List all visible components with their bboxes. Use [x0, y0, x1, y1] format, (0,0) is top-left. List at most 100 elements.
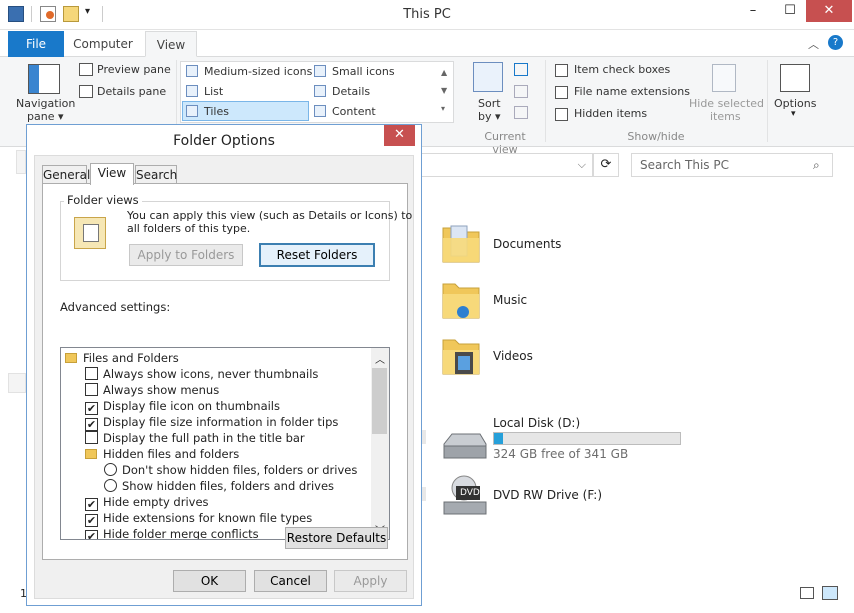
documents-folder-icon[interactable] [441, 220, 481, 263]
layout-tiles[interactable]: Tiles [186, 105, 229, 118]
layout-medium-icons[interactable]: Medium-sized icons [186, 65, 312, 78]
tree-item[interactable]: Hidden files and folders [63, 446, 369, 462]
checkbox[interactable] [85, 367, 98, 380]
preview-pane-icon [79, 63, 93, 76]
file-view [421, 205, 854, 585]
tree-scrollbar[interactable]: ︿ ﹀ [371, 348, 389, 539]
advanced-settings-tree[interactable]: Files and Folders Always show icons, neve… [60, 347, 390, 540]
hidden-items-label[interactable]: Hidden items [574, 107, 647, 120]
tree-item[interactable]: Always show menus [63, 382, 369, 398]
search-input[interactable]: Search This PC [631, 153, 833, 177]
apply-button[interactable]: Apply [334, 570, 407, 592]
tree-item-label: Show hidden files, folders and drives [122, 479, 335, 493]
tree-item-label: Display the full path in the title bar [103, 431, 305, 445]
tab-search[interactable]: Search [135, 165, 177, 185]
folder-views-text: You can apply this view (such as Details… [127, 209, 413, 222]
file-name-extensions-label[interactable]: File name extensions [574, 85, 690, 98]
details-pane-button[interactable]: Details pane [97, 85, 166, 98]
cancel-button[interactable]: Cancel [254, 570, 327, 592]
details-view-icon[interactable] [800, 587, 814, 599]
file-name-extensions-checkbox[interactable] [555, 86, 568, 99]
tree-item[interactable]: Don't show hidden files, folders or driv… [63, 462, 369, 478]
collapse-ribbon-icon[interactable]: ︿ [808, 36, 819, 52]
tab-view[interactable]: View [145, 31, 197, 57]
close-button[interactable]: ✕ [806, 0, 852, 22]
checkbox[interactable] [85, 383, 98, 396]
address-bar[interactable]: ⌵ [421, 153, 593, 177]
help-icon[interactable]: ? [828, 35, 843, 50]
refresh-button[interactable]: ⟳ [593, 153, 619, 177]
sort-by-label[interactable]: Sort [478, 97, 501, 110]
layout-content[interactable]: Content [314, 105, 376, 118]
navigation-pane-icon[interactable] [28, 64, 60, 94]
advanced-settings-label: Advanced settings: [60, 300, 171, 314]
tree-item-label: Hidden files and folders [103, 447, 240, 461]
folder-icon [85, 449, 97, 459]
drive-free-space: 324 GB free of 341 GB [493, 447, 629, 461]
preview-pane-button[interactable]: Preview pane [97, 63, 171, 76]
size-columns-icon[interactable] [514, 106, 528, 119]
tab-file[interactable]: File [8, 31, 64, 57]
sort-by-label-2[interactable]: by ▾ [478, 110, 501, 123]
scroll-up-icon[interactable]: ︿ [375, 351, 385, 366]
folder-options-dialog: Folder Options ✕ General View Search Fol… [26, 124, 422, 606]
folder-name[interactable]: Music [493, 293, 527, 307]
layout-list[interactable]: List [186, 85, 223, 98]
tree-item[interactable]: ✔ Display file size information in folder… [63, 414, 369, 431]
navigation-pane-label[interactable]: Navigation [16, 97, 75, 110]
tree-item[interactable]: ✔ Hide empty drives [63, 494, 369, 511]
gallery-scroll-icon[interactable]: ▲ ▼ ▾ [441, 64, 447, 118]
item-check-boxes-checkbox[interactable] [555, 64, 568, 77]
dialog-close-button[interactable]: ✕ [384, 125, 415, 146]
tree-item-label: Display file icon on thumbnails [103, 399, 280, 413]
sort-by-icon[interactable] [473, 62, 503, 92]
hidden-items-checkbox[interactable] [555, 108, 568, 121]
folder-name[interactable]: Documents [493, 237, 561, 251]
tree-item[interactable]: ✔ Hide extensions for known file types [63, 510, 369, 527]
navigation-pane-label-2[interactable]: pane ▾ [27, 110, 64, 123]
options-dropdown-icon[interactable]: ▾ [791, 109, 796, 119]
radio-button[interactable] [104, 463, 117, 476]
reset-folders-button[interactable]: Reset Folders [259, 243, 375, 267]
radio-button[interactable] [104, 479, 117, 492]
restore-defaults-button[interactable]: Restore Defaults [285, 527, 388, 549]
tree-item[interactable]: Display the full path in the title bar [63, 430, 369, 446]
layout-small-icons[interactable]: Small icons [314, 65, 395, 78]
title-bar: ▾ This PC – ☐ ✕ [0, 0, 854, 30]
details-pane-icon [79, 85, 93, 98]
minimize-button[interactable]: – [738, 0, 768, 22]
folder-name[interactable]: Videos [493, 349, 533, 363]
scroll-thumb[interactable] [372, 368, 387, 434]
add-columns-icon[interactable] [514, 85, 528, 98]
checkbox[interactable]: ✔ [85, 530, 98, 539]
dvd-label: DVD [460, 488, 480, 498]
maximize-button[interactable]: ☐ [775, 0, 805, 22]
tree-item[interactable]: Files and Folders [63, 350, 369, 366]
checkbox[interactable] [85, 431, 98, 444]
tab-view[interactable]: View [90, 163, 134, 185]
item-check-boxes-label[interactable]: Item check boxes [574, 63, 670, 76]
music-folder-icon[interactable] [441, 276, 481, 319]
tab-computer[interactable]: Computer [72, 31, 134, 57]
back-button[interactable] [16, 150, 26, 174]
tree-item[interactable]: Show hidden files, folders and drives [63, 478, 369, 494]
ok-button[interactable]: OK [173, 570, 246, 592]
dialog-title: Folder Options [173, 133, 275, 149]
tab-general[interactable]: General [42, 165, 90, 185]
drive-name[interactable]: Local Disk (D:) [493, 416, 580, 430]
ribbon-tabs: File Computer View ︿ ? [0, 30, 854, 57]
tree-item-label: Hide extensions for known file types [103, 511, 313, 525]
local-disk-icon[interactable] [440, 432, 488, 462]
options-icon[interactable] [780, 64, 810, 92]
group-by-icon[interactable] [514, 63, 528, 76]
dvd-drive-icon[interactable]: DVD [440, 474, 488, 518]
tree-item[interactable]: ✔ Display file icon on thumbnails [63, 398, 369, 415]
dialog-title-bar: Folder Options ✕ [27, 125, 421, 155]
tree-item[interactable]: Always show icons, never thumbnails [63, 366, 369, 382]
apply-to-folders-button[interactable]: Apply to Folders [129, 244, 243, 266]
hide-selected-icon [712, 64, 736, 92]
large-icons-view-icon[interactable] [822, 586, 838, 600]
layout-details[interactable]: Details [314, 85, 370, 98]
drive-name[interactable]: DVD RW Drive (F:) [493, 488, 602, 502]
videos-folder-icon[interactable] [441, 332, 481, 375]
